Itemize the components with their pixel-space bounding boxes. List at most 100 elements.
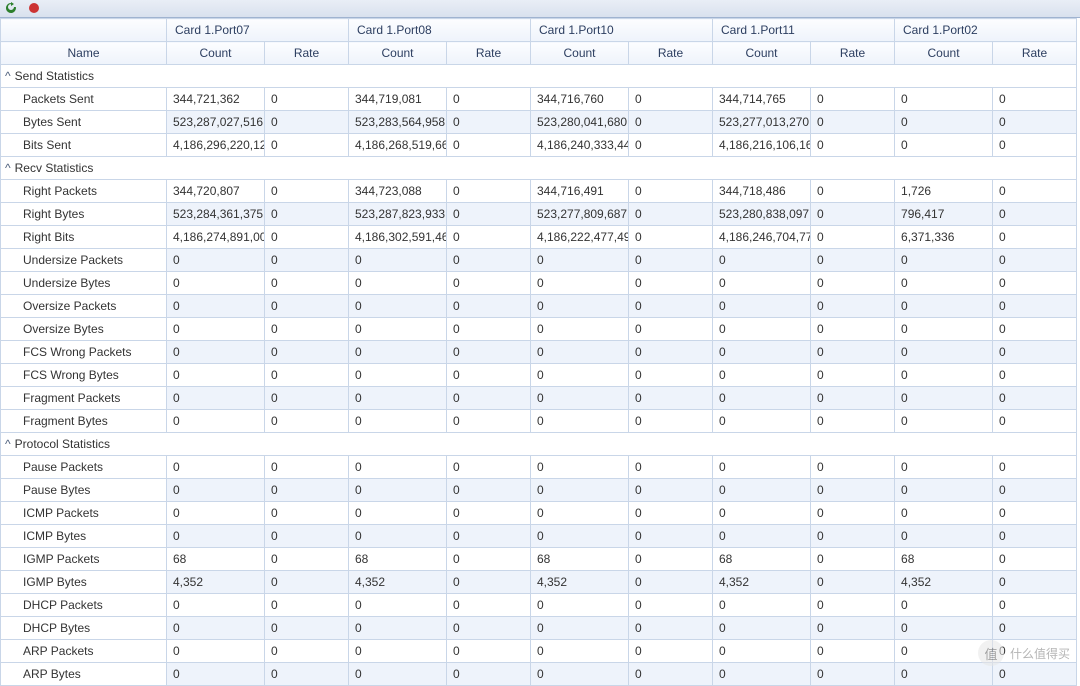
rate-cell: 0 — [447, 134, 531, 157]
port-header[interactable]: Card 1.Port11 — [713, 19, 895, 42]
rate-cell: 0 — [447, 571, 531, 594]
count-cell: 0 — [349, 617, 447, 640]
rate-cell: 0 — [265, 410, 349, 433]
rate-header[interactable]: Rate — [993, 42, 1077, 65]
count-cell: 4,186,274,891,000 — [167, 226, 265, 249]
rate-cell: 0 — [629, 272, 713, 295]
stop-icon[interactable] — [27, 1, 41, 15]
rate-cell: 0 — [993, 272, 1077, 295]
count-cell: 0 — [167, 617, 265, 640]
toolbar — [0, 0, 1080, 18]
count-cell: 0 — [895, 364, 993, 387]
count-cell: 344,720,807 — [167, 180, 265, 203]
rate-cell: 0 — [993, 594, 1077, 617]
group-header[interactable]: ^Protocol Statistics — [1, 433, 1077, 456]
rate-cell: 0 — [629, 548, 713, 571]
rate-cell: 0 — [265, 387, 349, 410]
rate-cell: 0 — [265, 88, 349, 111]
count-header[interactable]: Count — [713, 42, 811, 65]
port-header[interactable]: Card 1.Port02 — [895, 19, 1077, 42]
rate-cell: 0 — [629, 387, 713, 410]
rate-cell: 0 — [629, 88, 713, 111]
rate-header[interactable]: Rate — [811, 42, 895, 65]
table-row: IGMP Bytes4,35204,35204,35204,35204,3520 — [1, 571, 1077, 594]
count-header[interactable]: Count — [167, 42, 265, 65]
rate-header[interactable]: Rate — [629, 42, 713, 65]
table-row: Bytes Sent523,287,027,5160523,283,564,95… — [1, 111, 1077, 134]
rate-cell: 0 — [811, 249, 895, 272]
rate-cell: 0 — [993, 456, 1077, 479]
count-cell: 0 — [713, 410, 811, 433]
group-title: Recv Statistics — [15, 161, 94, 175]
count-cell: 0 — [713, 456, 811, 479]
count-cell: 0 — [349, 479, 447, 502]
count-header[interactable]: Count — [531, 42, 629, 65]
group-header[interactable]: ^Recv Statistics — [1, 157, 1077, 180]
count-cell: 0 — [349, 640, 447, 663]
count-cell: 0 — [167, 387, 265, 410]
rate-cell: 0 — [265, 272, 349, 295]
rate-cell: 0 — [811, 456, 895, 479]
rate-cell: 0 — [447, 525, 531, 548]
count-header[interactable]: Count — [895, 42, 993, 65]
port-header[interactable]: Card 1.Port08 — [349, 19, 531, 42]
rate-cell: 0 — [447, 594, 531, 617]
table-row: Right Bytes523,284,361,3750523,287,823,9… — [1, 203, 1077, 226]
count-cell: 4,186,268,519,664 — [349, 134, 447, 157]
name-header[interactable]: Name — [1, 42, 167, 65]
rate-cell: 0 — [811, 318, 895, 341]
rate-cell: 0 — [993, 663, 1077, 686]
count-cell: 0 — [713, 364, 811, 387]
count-cell: 0 — [713, 341, 811, 364]
rate-header[interactable]: Rate — [265, 42, 349, 65]
count-cell: 523,284,361,375 — [167, 203, 265, 226]
port-header[interactable]: Card 1.Port07 — [167, 19, 349, 42]
row-name: DHCP Bytes — [1, 617, 167, 640]
rate-cell: 0 — [993, 479, 1077, 502]
rate-cell: 0 — [265, 548, 349, 571]
rate-cell: 0 — [629, 525, 713, 548]
count-header[interactable]: Count — [349, 42, 447, 65]
count-cell: 0 — [531, 410, 629, 433]
rate-cell: 0 — [629, 594, 713, 617]
rate-cell: 0 — [993, 617, 1077, 640]
count-cell: 0 — [167, 295, 265, 318]
rate-cell: 0 — [447, 203, 531, 226]
count-cell: 0 — [349, 387, 447, 410]
row-name: Oversize Packets — [1, 295, 167, 318]
count-cell: 0 — [895, 525, 993, 548]
count-cell: 0 — [895, 479, 993, 502]
rate-cell: 0 — [811, 364, 895, 387]
count-cell: 0 — [895, 387, 993, 410]
group-header[interactable]: ^Send Statistics — [1, 65, 1077, 88]
count-cell: 4,352 — [167, 571, 265, 594]
count-cell: 0 — [895, 295, 993, 318]
rate-cell: 0 — [993, 341, 1077, 364]
rate-cell: 0 — [629, 134, 713, 157]
rate-cell: 0 — [811, 617, 895, 640]
table-row: Right Packets344,720,8070344,723,0880344… — [1, 180, 1077, 203]
rate-cell: 0 — [447, 111, 531, 134]
count-cell: 0 — [895, 617, 993, 640]
rate-cell: 0 — [993, 134, 1077, 157]
group-title: Send Statistics — [15, 69, 94, 83]
count-cell: 4,186,302,591,464 — [349, 226, 447, 249]
count-cell: 344,716,491 — [531, 180, 629, 203]
rate-header[interactable]: Rate — [447, 42, 531, 65]
port-header[interactable]: Card 1.Port10 — [531, 19, 713, 42]
count-cell: 0 — [349, 663, 447, 686]
group-title: Protocol Statistics — [15, 437, 110, 451]
rate-cell: 0 — [265, 525, 349, 548]
count-cell: 0 — [531, 594, 629, 617]
count-cell: 344,714,765 — [713, 88, 811, 111]
count-cell: 0 — [895, 318, 993, 341]
count-cell: 0 — [167, 594, 265, 617]
count-cell: 0 — [167, 456, 265, 479]
rate-cell: 0 — [265, 479, 349, 502]
count-cell: 0 — [531, 318, 629, 341]
rate-cell: 0 — [993, 548, 1077, 571]
table-row: ARP Packets0000000000 — [1, 640, 1077, 663]
rate-cell: 0 — [265, 180, 349, 203]
refresh-icon[interactable] — [4, 1, 18, 15]
rate-cell: 0 — [265, 111, 349, 134]
